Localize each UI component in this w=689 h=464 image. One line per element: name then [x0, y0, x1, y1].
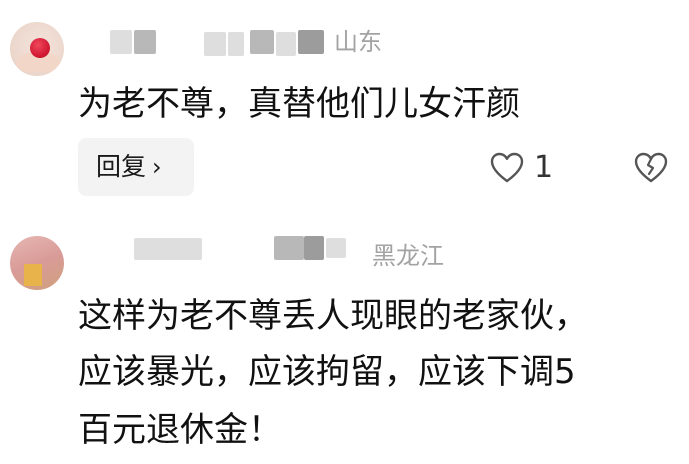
avatar-patch	[24, 264, 42, 286]
comment-text-line: 应该暴光，应该拘留，应该下调5	[78, 352, 576, 392]
username-mosaic[interactable]	[304, 236, 324, 260]
avatar[interactable]	[10, 236, 64, 290]
reply-label: 回复	[96, 152, 147, 181]
username-mosaic[interactable]	[250, 30, 274, 54]
username-mosaic[interactable]	[276, 32, 296, 56]
broken-heart-icon[interactable]	[634, 152, 668, 184]
username-mosaic[interactable]	[134, 30, 156, 54]
username-mosaic[interactable]	[298, 30, 324, 54]
avatar[interactable]	[10, 22, 64, 76]
username-mosaic[interactable]	[274, 236, 304, 260]
like-count: 1	[534, 150, 554, 185]
comment-text: 为老不尊，真替他们儿女汗颜	[78, 84, 520, 124]
reply-button[interactable]: 回复 ›	[78, 138, 194, 196]
avatar-heart	[30, 38, 50, 58]
username-mosaic[interactable]	[134, 238, 202, 260]
username-mosaic[interactable]	[110, 30, 132, 54]
username-mosaic[interactable]	[326, 238, 346, 258]
user-location: 黑龙江	[372, 242, 444, 270]
username-mosaic[interactable]	[228, 32, 244, 56]
chevron-right-icon: ›	[152, 153, 162, 181]
heart-outline-icon[interactable]	[490, 152, 524, 184]
comment-text-line: 百元退休金！	[78, 410, 282, 450]
comment-text-line: 这样为老不尊丢人现眼的老家伙，	[78, 296, 588, 336]
username-mosaic[interactable]	[204, 32, 226, 56]
user-location: 山东	[334, 28, 382, 56]
